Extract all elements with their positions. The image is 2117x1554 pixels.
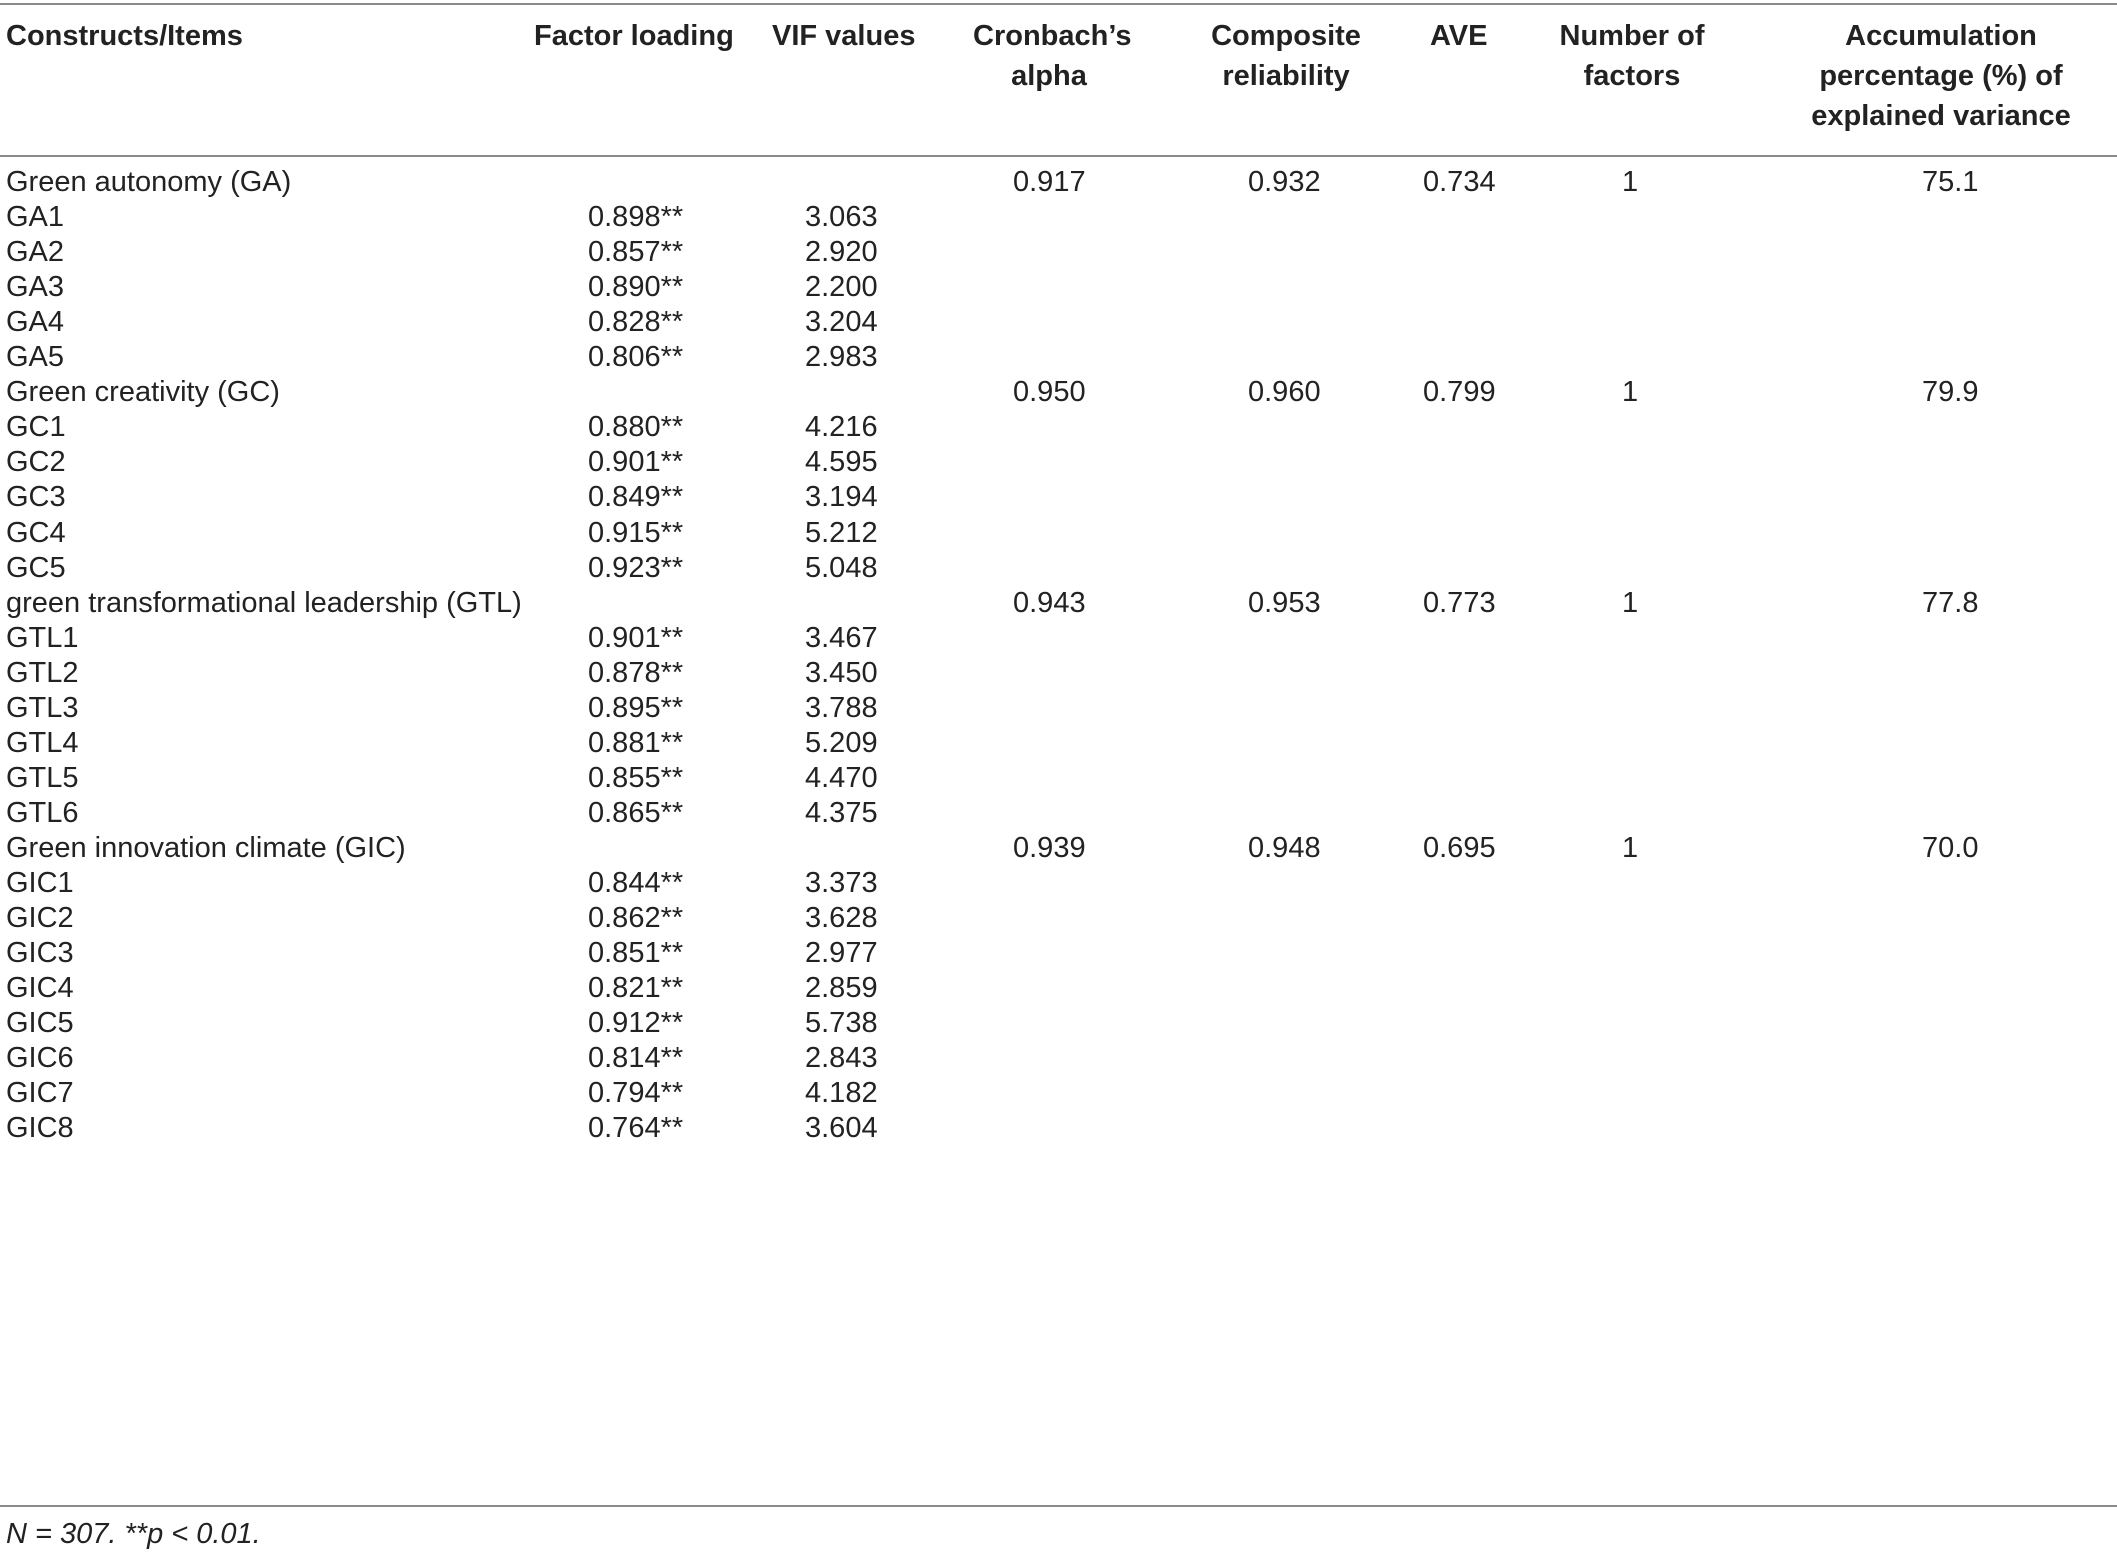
header-ave: AVE: [1430, 20, 1488, 52]
cell-construct-item: GIC8: [6, 1112, 74, 1145]
header-accumulation-line3: explained variance: [1811, 100, 2071, 132]
table-row: GIC8 0.764** 3.604: [0, 1105, 2117, 1152]
header-cronbachs-alpha: Cronbach’s alpha: [973, 16, 1132, 96]
table-footnote: N = 307. **p < 0.01.: [6, 1518, 261, 1550]
header-composite-reliability-line2: reliability: [1222, 60, 1350, 92]
cell-vif-value: 3.604: [805, 1112, 878, 1145]
table-top-rule: [0, 3, 2117, 5]
header-composite-reliability-line1: Composite: [1211, 20, 1361, 52]
header-number-of-factors-line1: Number of: [1559, 20, 1705, 52]
header-factor-loading: Factor loading: [534, 20, 734, 52]
header-cronbachs-alpha-line2: alpha: [1011, 60, 1087, 92]
header-accumulation-line1: Accumulation: [1845, 20, 2037, 52]
header-number-of-factors-line2: factors: [1583, 60, 1681, 92]
header-number-of-factors: Number of factors: [1548, 16, 1716, 96]
header-vif-values: VIF values: [772, 20, 916, 52]
header-constructs-items: Constructs/Items: [6, 20, 243, 52]
header-cronbachs-alpha-line1: Cronbach’s: [973, 20, 1132, 52]
header-accumulation-line2: percentage (%) of: [1819, 60, 2063, 92]
table-bottom-rule: [0, 1505, 2117, 1507]
header-divider-rule: [0, 155, 2117, 157]
header-accumulation-percentage: Accumulation percentage (%) of explained…: [1796, 16, 2086, 136]
header-composite-reliability: Composite reliability: [1196, 16, 1376, 96]
cell-factor-loading: 0.764**: [588, 1112, 684, 1145]
